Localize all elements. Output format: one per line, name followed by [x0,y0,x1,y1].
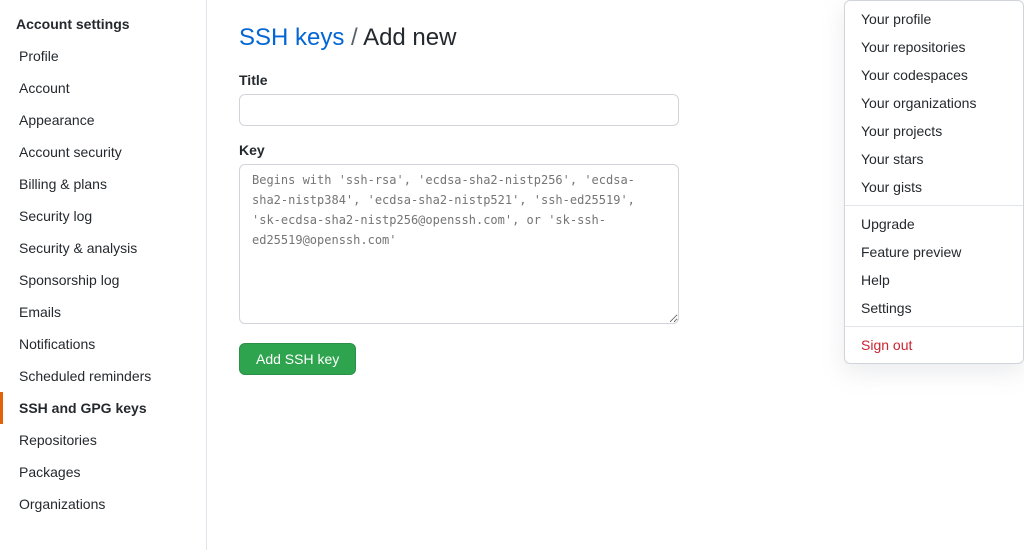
dropdown-section-1: UpgradeFeature previewHelpSettings [845,206,1023,327]
dropdown-item-settings[interactable]: Settings [845,294,1023,322]
title-input[interactable] [239,94,679,126]
breadcrumb-separator: / [351,24,363,51]
user-dropdown-menu: Your profileYour repositoriesYour codesp… [844,0,1024,364]
sidebar-item-profile[interactable]: Profile [0,40,206,72]
sidebar-item-notifications[interactable]: Notifications [0,328,206,360]
add-ssh-key-button[interactable]: Add SSH key [239,343,356,375]
sidebar-item-billing[interactable]: Billing & plans [0,168,206,200]
dropdown-item-feature-preview[interactable]: Feature preview [845,238,1023,266]
sidebar-item-repositories[interactable]: Repositories [0,424,206,456]
breadcrumb-link[interactable]: SSH keys [239,24,344,51]
dropdown-item-your-stars[interactable]: Your stars [845,145,1023,173]
dropdown-item-your-gists[interactable]: Your gists [845,173,1023,201]
dropdown-item-your-projects[interactable]: Your projects [845,117,1023,145]
sidebar-item-appearance[interactable]: Appearance [0,104,206,136]
dropdown-item-your-repos[interactable]: Your repositories [845,33,1023,61]
sidebar-item-emails[interactable]: Emails [0,296,206,328]
dropdown-item-sign-out[interactable]: Sign out [845,331,1023,359]
sidebar-item-security-analysis[interactable]: Security & analysis [0,232,206,264]
sidebar-item-account[interactable]: Account [0,72,206,104]
main-content: SSH keys / Add new Title Key Add SSH key… [207,0,1024,550]
sidebar-title: Account settings [0,8,206,40]
sidebar-item-sponsorship-log[interactable]: Sponsorship log [0,264,206,296]
dropdown-item-your-orgs[interactable]: Your organizations [845,89,1023,117]
dropdown-item-your-profile[interactable]: Your profile [845,5,1023,33]
breadcrumb-current: Add new [363,24,456,51]
sidebar-item-organizations[interactable]: Organizations [0,488,206,520]
sidebar-items: ProfileAccountAppearanceAccount security… [0,40,206,520]
sidebar-item-ssh-gpg[interactable]: SSH and GPG keys [0,392,206,424]
dropdown-item-your-codespaces[interactable]: Your codespaces [845,61,1023,89]
sidebar-item-packages[interactable]: Packages [0,456,206,488]
sidebar-item-scheduled-reminders[interactable]: Scheduled reminders [0,360,206,392]
dropdown-item-help[interactable]: Help [845,266,1023,294]
dropdown-item-upgrade[interactable]: Upgrade [845,210,1023,238]
sidebar-item-security-log[interactable]: Security log [0,200,206,232]
sidebar-item-account-security[interactable]: Account security [0,136,206,168]
dropdown-section-0: Your profileYour repositoriesYour codesp… [845,1,1023,206]
sidebar: Account settings ProfileAccountAppearanc… [0,0,207,550]
key-input[interactable] [239,164,679,324]
dropdown-section-2: Sign out [845,327,1023,363]
